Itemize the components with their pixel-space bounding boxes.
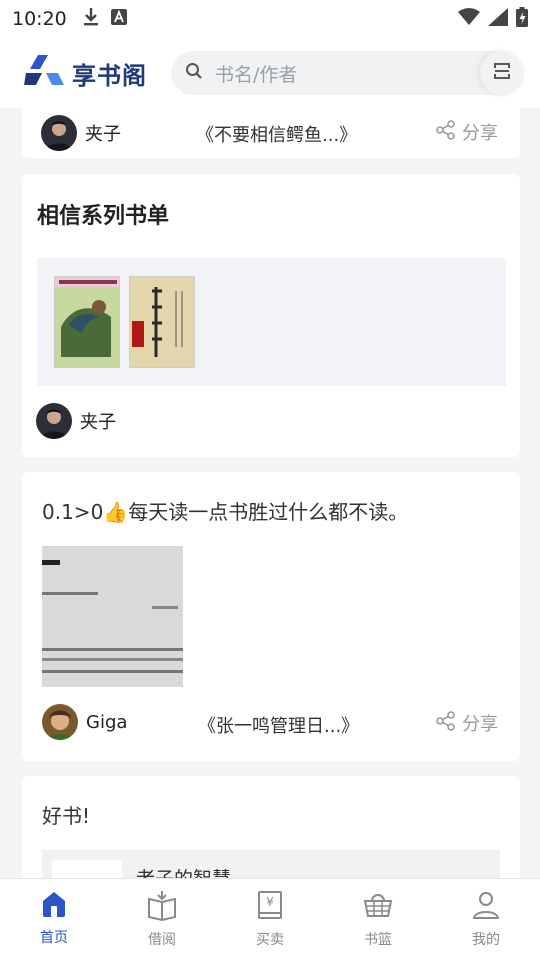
card-user[interactable]: Giga — [42, 704, 127, 740]
search-icon — [185, 62, 203, 84]
share-icon — [436, 710, 456, 736]
book-preview[interactable]: 老子的智慧 — [42, 850, 500, 878]
share-label: 分享 — [462, 123, 498, 144]
nav-home[interactable]: 首页 — [0, 879, 108, 960]
logo-text: 享书阁 — [72, 60, 147, 90]
feed[interactable]: 夹子 《不要相信鳄鱼...》 分享 相信系列书单 夹子 0.1>0👍每天读一点书… — [0, 108, 540, 878]
book-thumb — [52, 860, 122, 878]
status-bar: 10:20 — [0, 0, 540, 38]
scan-icon — [493, 62, 511, 84]
download-icon — [83, 7, 99, 31]
share-icon — [436, 119, 456, 145]
profile-icon — [470, 889, 502, 925]
app-logo[interactable]: 享书阁 — [24, 53, 147, 93]
logo-mark-icon — [24, 53, 66, 93]
home-icon — [39, 889, 69, 923]
post-card[interactable]: 好书! 老子的智慧 — [22, 776, 520, 878]
app-notification-icon — [110, 9, 127, 29]
nav-basket[interactable]: 书篮 — [324, 879, 432, 960]
book-link[interactable]: 《不要相信鳄鱼...》 — [196, 121, 357, 147]
nav-borrow[interactable]: 借阅 — [108, 879, 216, 960]
avatar[interactable] — [42, 704, 78, 740]
book-cover[interactable] — [54, 276, 120, 368]
nav-label: 书篮 — [364, 932, 392, 948]
feed-card[interactable]: 夹子 《不要相信鳄鱼...》 分享 — [22, 108, 520, 158]
nav-profile[interactable]: 我的 — [432, 879, 540, 960]
nav-trade[interactable]: ¥ 买卖 — [216, 879, 324, 960]
wifi-icon — [458, 8, 480, 30]
scan-button[interactable] — [480, 51, 524, 95]
user-name: 夹子 — [85, 124, 121, 145]
search-placeholder: 书名/作者 — [215, 63, 298, 86]
book-cover[interactable] — [129, 276, 195, 368]
nav-label: 买卖 — [256, 932, 284, 948]
basket-icon — [362, 889, 394, 925]
book-link[interactable]: 《张一鸣管理日...》 — [198, 712, 359, 738]
share-button[interactable]: 分享 — [436, 119, 498, 145]
post-text: 好书! — [42, 804, 91, 828]
nav-label: 首页 — [40, 930, 68, 946]
booklist-title: 相信系列书单 — [37, 204, 170, 229]
trade-icon: ¥ — [254, 889, 286, 925]
avatar[interactable] — [36, 403, 72, 439]
search-input[interactable]: 书名/作者 — [171, 51, 524, 95]
nav-label: 借阅 — [148, 932, 176, 948]
user-name: 夹子 — [80, 412, 116, 433]
book-title: 老子的智慧 — [136, 864, 231, 878]
card-user[interactable]: 夹子 — [36, 403, 116, 439]
share-button[interactable]: 分享 — [436, 710, 498, 736]
battery-icon — [516, 7, 528, 31]
post-image[interactable] — [42, 546, 183, 687]
nav-label: 我的 — [472, 932, 500, 948]
svg-text:¥: ¥ — [266, 895, 274, 909]
avatar[interactable] — [41, 115, 77, 151]
booklist-card[interactable]: 相信系列书单 夹子 — [22, 174, 520, 457]
share-label: 分享 — [462, 714, 498, 735]
borrow-icon — [146, 889, 178, 925]
status-time: 10:20 — [12, 8, 67, 30]
bottom-nav: 首页 借阅 ¥ 买卖 书篮 我的 — [0, 878, 540, 960]
post-card[interactable]: 0.1>0👍每天读一点书胜过什么都不读。 Giga 《张一鸣管理日...》 分享 — [22, 472, 520, 761]
post-text: 0.1>0👍每天读一点书胜过什么都不读。 — [42, 500, 409, 524]
card-user[interactable]: 夹子 — [41, 115, 121, 151]
user-name: Giga — [86, 711, 128, 733]
app-header: 享书阁 书名/作者 — [0, 38, 540, 108]
signal-icon — [488, 8, 508, 30]
booklist-covers[interactable] — [37, 258, 506, 386]
